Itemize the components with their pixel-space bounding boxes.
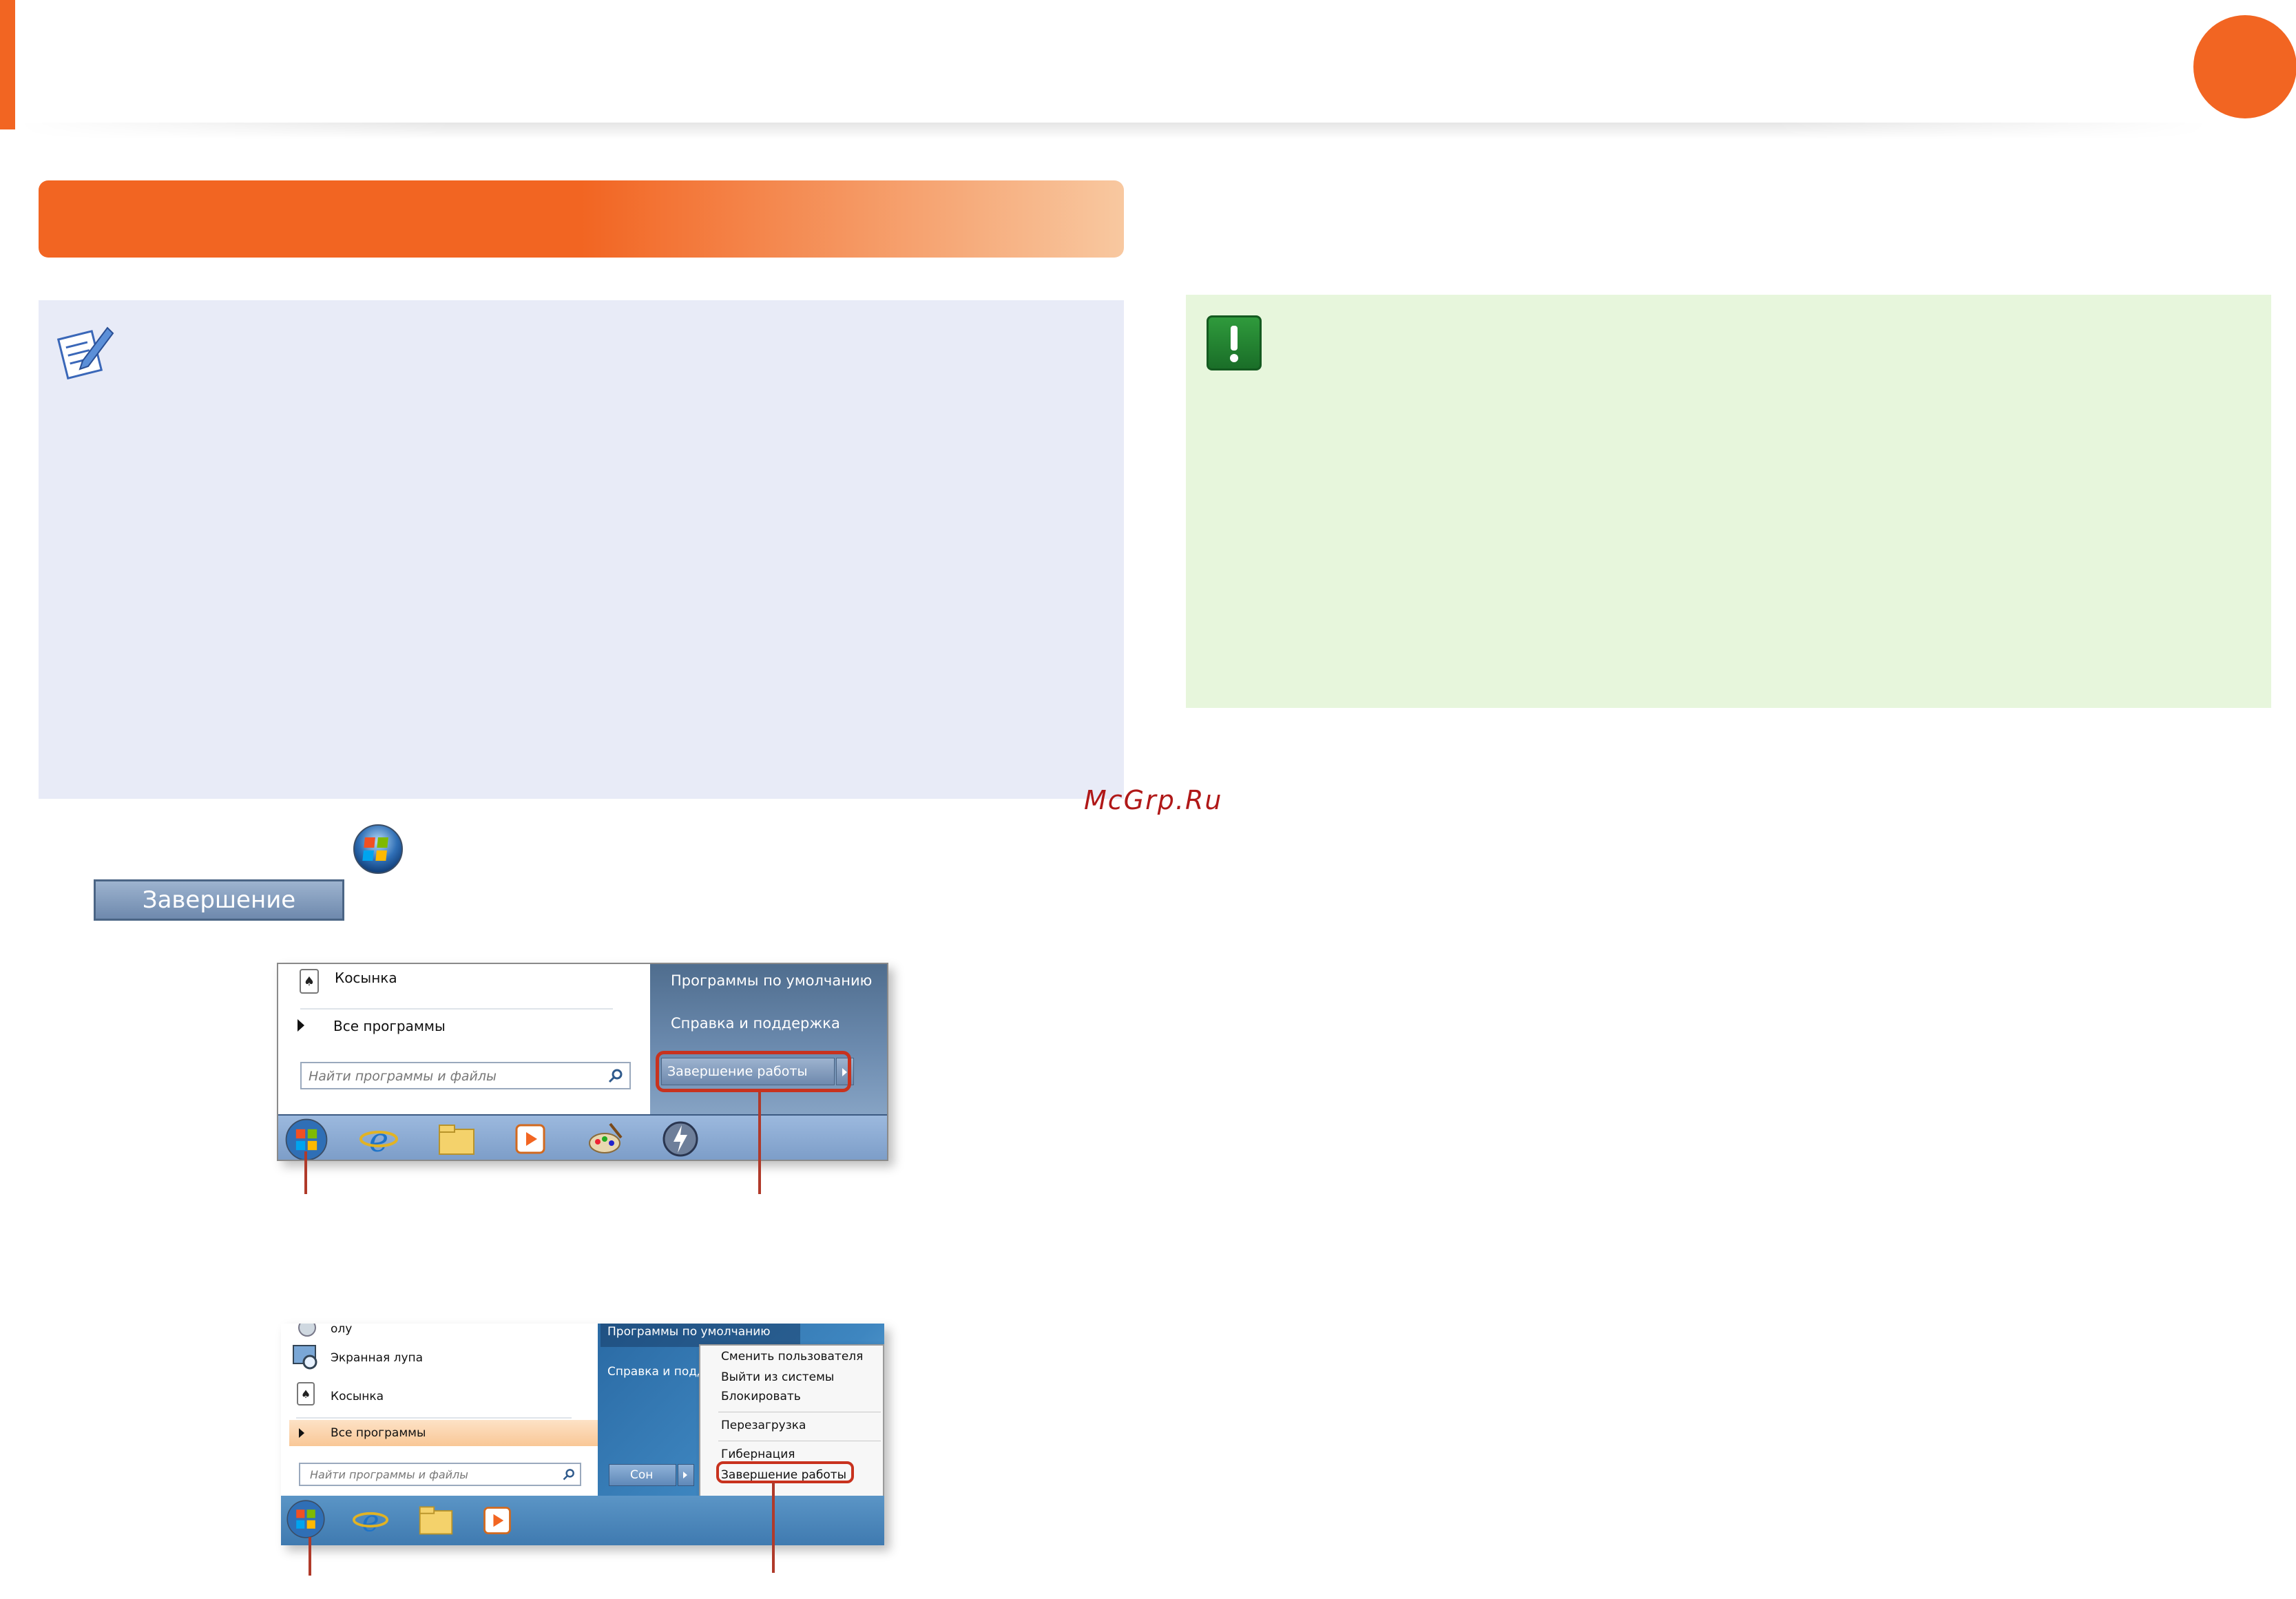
search-icon bbox=[563, 1469, 574, 1481]
menu-item-all-programs[interactable]: Все программы bbox=[289, 1420, 598, 1446]
menu-item-default-programs[interactable]: Программы по умолчанию bbox=[671, 972, 872, 989]
header-divider bbox=[15, 123, 2212, 139]
windows-start-orb-icon bbox=[353, 824, 403, 874]
menu-item-solitaire[interactable]: Косынка bbox=[335, 970, 397, 986]
paint-icon[interactable] bbox=[587, 1120, 625, 1158]
header-accent-bar bbox=[0, 0, 15, 129]
start-search-input[interactable]: Найти программы и файлы bbox=[300, 1062, 631, 1089]
sleep-button-label: Сон bbox=[630, 1468, 654, 1482]
svg-text:e: e bbox=[362, 1505, 379, 1537]
folder-icon[interactable] bbox=[437, 1121, 477, 1157]
power-options-arrow-button[interactable] bbox=[678, 1464, 694, 1486]
triangle-right-icon bbox=[299, 1428, 304, 1438]
menu-separator bbox=[300, 1008, 613, 1010]
menu-item-help-support[interactable]: Справка и поддержка bbox=[671, 1015, 840, 1032]
submenu-switch-user[interactable]: Сменить пользователя bbox=[721, 1350, 863, 1363]
taskbar: e bbox=[278, 1114, 887, 1160]
start-menu-left-pane: ♠ Косынка Все программы Найти программы … bbox=[278, 964, 650, 1114]
taskbar: e bbox=[281, 1496, 884, 1545]
menu-item-all-programs[interactable]: Все программы bbox=[333, 1018, 446, 1034]
submenu-hibernate[interactable]: Гибернация bbox=[721, 1448, 795, 1461]
shutdown-highlight bbox=[716, 1461, 854, 1483]
submenu-lock[interactable]: Блокировать bbox=[721, 1390, 801, 1403]
search-placeholder: Найти программы и файлы bbox=[309, 1069, 497, 1084]
media-player-icon[interactable] bbox=[512, 1121, 548, 1157]
section-title-bar bbox=[39, 180, 1124, 258]
menu-separator bbox=[296, 1417, 572, 1419]
app-icon bbox=[298, 1324, 316, 1337]
watermark: McGrp.Ru bbox=[1084, 785, 1223, 815]
magnifier-icon bbox=[293, 1345, 317, 1370]
callout-line-shutdown bbox=[758, 1092, 761, 1194]
submenu-log-off[interactable]: Выйти из системы bbox=[721, 1370, 834, 1384]
warning-exclamation-icon bbox=[1207, 315, 1262, 370]
media-player-icon[interactable] bbox=[481, 1504, 514, 1537]
svg-text:♠: ♠ bbox=[301, 1388, 311, 1401]
menu-item-solitaire[interactable]: Косынка bbox=[331, 1390, 384, 1403]
menu-item-partial[interactable]: олу bbox=[331, 1324, 352, 1336]
start-menu-screenshot-2: олу Экранная лупа ♠ Косынка Все программ… bbox=[281, 1324, 884, 1545]
chevron-right-icon bbox=[683, 1472, 687, 1478]
page-number-badge bbox=[2193, 15, 2296, 118]
menu-item-help-partial[interactable]: Справка и подд bbox=[607, 1365, 705, 1379]
callout-line-start bbox=[304, 1151, 307, 1194]
menu-item-default-programs[interactable]: Программы по умолчанию bbox=[607, 1325, 771, 1339]
note-box bbox=[39, 300, 1124, 799]
search-placeholder: Найти программы и файлы bbox=[310, 1468, 468, 1481]
sleep-button[interactable]: Сон bbox=[609, 1464, 676, 1486]
shutdown-highlight bbox=[656, 1051, 851, 1092]
svg-text:e: e bbox=[369, 1121, 388, 1157]
solitaire-icon: ♠ bbox=[300, 969, 319, 994]
svg-text:♠: ♠ bbox=[304, 974, 315, 989]
all-programs-label: Все программы bbox=[331, 1426, 426, 1440]
triangle-right-icon bbox=[298, 1019, 304, 1032]
submenu-restart[interactable]: Перезагрузка bbox=[721, 1419, 806, 1432]
menu-item-magnifier[interactable]: Экранная лупа bbox=[331, 1351, 423, 1365]
note-pencil-icon bbox=[56, 326, 114, 380]
utility-app-icon[interactable] bbox=[661, 1120, 700, 1158]
shutdown-button[interactable]: Завершение работы bbox=[94, 879, 344, 951]
search-icon bbox=[608, 1069, 623, 1083]
warning-box bbox=[1186, 295, 2271, 708]
folder-icon[interactable] bbox=[417, 1503, 455, 1537]
start-menu-screenshot-1: ♠ Косынка Все программы Найти программы … bbox=[277, 963, 888, 1161]
internet-explorer-icon[interactable]: e bbox=[353, 1503, 388, 1537]
internet-explorer-icon[interactable]: e bbox=[359, 1121, 398, 1157]
solitaire-icon: ♠ bbox=[297, 1382, 315, 1405]
start-menu-left-pane: олу Экранная лупа ♠ Косынка Все программ… bbox=[281, 1324, 598, 1496]
start-search-input[interactable]: Найти программы и файлы bbox=[299, 1463, 581, 1486]
windows-start-orb-icon[interactable] bbox=[285, 1498, 326, 1540]
callout-line-start bbox=[309, 1537, 311, 1576]
callout-line-shutdown bbox=[772, 1482, 775, 1573]
